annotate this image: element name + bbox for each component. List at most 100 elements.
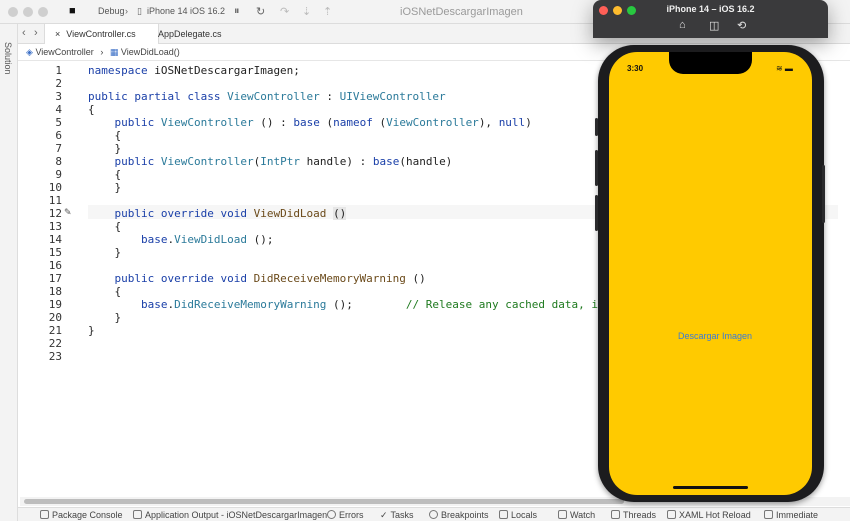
code-line: public ViewController () : base (nameof … bbox=[114, 116, 532, 129]
device-selector[interactable]: iPhone 14 iOS 16.2 bbox=[147, 6, 225, 16]
output-icon bbox=[133, 510, 142, 519]
reload-icon bbox=[667, 510, 676, 519]
code-line: public override void ViewDidLoad () bbox=[114, 207, 347, 220]
close-tab-icon[interactable]: × bbox=[55, 29, 60, 39]
scrollbar-thumb[interactable] bbox=[24, 499, 624, 504]
edit-pencil-icon: ✎ bbox=[64, 207, 72, 217]
pad-errors[interactable]: Errors bbox=[327, 510, 364, 520]
pause-icon[interactable]: ⏸ bbox=[234, 5, 240, 18]
code-line: } bbox=[88, 311, 122, 324]
method-icon: ▦ bbox=[109, 47, 119, 57]
code-line: } bbox=[88, 181, 122, 194]
breadcrumb-method[interactable]: ViewDidLoad() bbox=[121, 47, 180, 57]
zoom-window-button[interactable] bbox=[38, 7, 48, 17]
terminal-icon bbox=[40, 510, 49, 519]
tab-viewcontroller[interactable]: × ViewController.cs bbox=[44, 24, 159, 44]
pad-breakpoints[interactable]: Breakpoints bbox=[429, 510, 489, 520]
code-line: public ViewController(IntPtr handle) : b… bbox=[114, 155, 453, 168]
line-number: 17 bbox=[48, 272, 62, 285]
pad-package-console[interactable]: Package Console bbox=[40, 510, 123, 520]
pad-label: Breakpoints bbox=[441, 510, 489, 520]
home-indicator[interactable] bbox=[673, 486, 748, 489]
pad-tasks[interactable]: ✓ Tasks bbox=[380, 510, 414, 521]
solution-pad-label[interactable]: Solution bbox=[3, 42, 13, 75]
close-window-button[interactable] bbox=[8, 7, 18, 17]
error-icon bbox=[327, 510, 336, 519]
stop-icon[interactable]: ■ bbox=[69, 5, 76, 17]
restart-icon[interactable]: ↻ bbox=[256, 5, 265, 18]
device-icon: ▯ bbox=[137, 6, 142, 16]
line-number: 1 bbox=[55, 64, 62, 77]
line-number: 14 bbox=[48, 233, 62, 246]
code-line: } bbox=[88, 324, 95, 337]
screenshot-icon[interactable]: ◫ bbox=[709, 19, 719, 32]
line-number: 19 bbox=[48, 298, 62, 311]
volume-up-button bbox=[595, 150, 598, 186]
line-number: 18 bbox=[48, 285, 62, 298]
line-number: 21 bbox=[48, 324, 62, 337]
line-number: 20 bbox=[48, 311, 62, 324]
line-number: 22 bbox=[48, 337, 62, 350]
line-number: 4 bbox=[55, 103, 62, 116]
volume-down-button bbox=[595, 195, 598, 231]
status-time: 3:30 bbox=[627, 64, 644, 73]
pad-label: Watch bbox=[570, 510, 596, 520]
breadcrumb-class[interactable]: ViewController bbox=[35, 47, 93, 57]
step-out-icon[interactable]: ⇡ bbox=[323, 5, 332, 18]
pad-label: XAML Hot Reload bbox=[679, 510, 751, 520]
breakpoint-icon bbox=[429, 510, 438, 519]
code-line: } bbox=[88, 142, 122, 155]
pad-threads[interactable]: Threads bbox=[611, 510, 656, 520]
pad-label: Tasks bbox=[390, 510, 414, 520]
code-line: { bbox=[88, 168, 122, 181]
tab-back-icon[interactable]: ‹ bbox=[22, 27, 26, 39]
line-number: 12 bbox=[48, 207, 62, 220]
locals-icon bbox=[499, 510, 508, 519]
tab-label: ViewController.cs bbox=[66, 29, 136, 39]
dynamic-notch bbox=[669, 52, 752, 74]
mute-switch bbox=[595, 118, 598, 136]
pad-label: Immediate bbox=[776, 510, 819, 520]
code-line: { bbox=[88, 129, 122, 142]
phone-screen[interactable] bbox=[609, 52, 812, 495]
pad-locals[interactable]: Locals bbox=[499, 510, 537, 520]
bottom-pads-bar: Package Console Application Output - iOS… bbox=[18, 507, 850, 521]
code-line: { bbox=[88, 220, 122, 233]
tab-forward-icon[interactable]: › bbox=[34, 27, 38, 39]
descargar-imagen-button[interactable]: Descargar Imagen bbox=[660, 331, 770, 341]
pad-xaml-hot-reload[interactable]: XAML Hot Reload bbox=[667, 510, 751, 520]
home-icon[interactable]: ⌂ bbox=[679, 19, 686, 31]
chevron-right-icon: › bbox=[125, 6, 128, 16]
line-number: 15 bbox=[48, 246, 62, 259]
minimize-window-button[interactable] bbox=[23, 7, 33, 17]
pad-label: Threads bbox=[623, 510, 657, 520]
configuration-selector[interactable]: Debug bbox=[98, 6, 125, 16]
immediate-icon bbox=[764, 510, 773, 519]
step-into-icon[interactable]: ⇣ bbox=[302, 5, 311, 18]
watch-icon bbox=[558, 510, 567, 519]
chevron-right-icon: › bbox=[100, 47, 104, 57]
code-line: { bbox=[88, 103, 95, 116]
code-line: } bbox=[88, 246, 122, 259]
code-line: public override void DidReceiveMemoryWar… bbox=[114, 272, 426, 285]
solution-sidebar[interactable]: Solution bbox=[0, 24, 18, 521]
line-number: 23 bbox=[48, 350, 62, 363]
line-number: 11 bbox=[48, 194, 62, 207]
pad-application-output[interactable]: Application Output - iOSNetDescargarImag… bbox=[133, 510, 327, 520]
code-line: base.ViewDidLoad (); bbox=[140, 233, 274, 246]
step-over-icon[interactable]: ↷ bbox=[280, 5, 289, 18]
line-number: 8 bbox=[55, 155, 62, 168]
check-icon: ✓ bbox=[380, 510, 388, 520]
line-number: 6 bbox=[55, 129, 62, 142]
pad-watch[interactable]: Watch bbox=[558, 510, 595, 520]
class-icon: ◈ bbox=[26, 47, 33, 57]
code-line: { bbox=[88, 285, 122, 298]
line-number: 13 bbox=[48, 220, 62, 233]
tab-appdelegate[interactable]: AppDelegate.cs bbox=[148, 24, 258, 44]
simulator-title: iPhone 14 – iOS 16.2 bbox=[666, 4, 755, 14]
power-button bbox=[822, 165, 825, 223]
line-number: 5 bbox=[55, 116, 62, 129]
line-number: 10 bbox=[48, 181, 62, 194]
rotate-icon[interactable]: ⟲ bbox=[737, 19, 746, 32]
pad-immediate[interactable]: Immediate bbox=[764, 510, 818, 520]
